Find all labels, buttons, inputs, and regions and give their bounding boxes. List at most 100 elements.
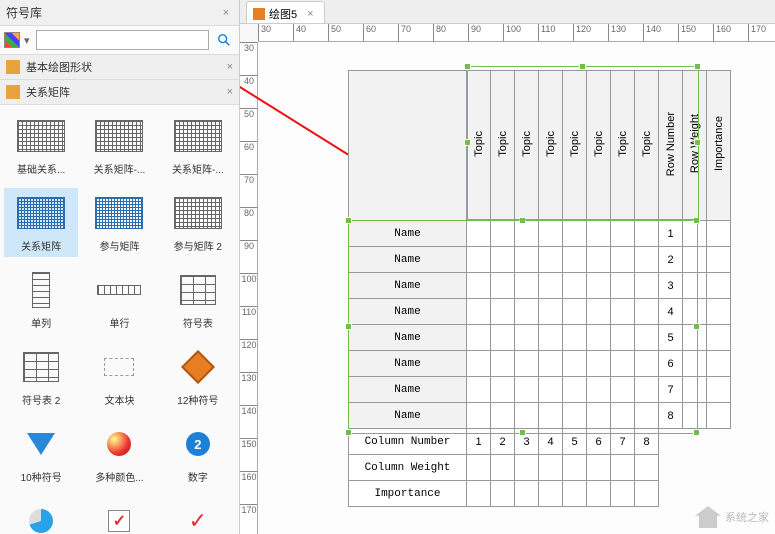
matrix-cell[interactable]: [683, 221, 707, 247]
shape-item[interactable]: 多种颜色...: [82, 419, 156, 488]
matrix-cell[interactable]: [635, 377, 659, 403]
matrix-cell[interactable]: [467, 455, 491, 481]
matrix-cell[interactable]: [539, 377, 563, 403]
matrix-cell[interactable]: [683, 403, 707, 429]
matrix-cell[interactable]: [707, 403, 731, 429]
matrix-cell[interactable]: [587, 273, 611, 299]
matrix-cell[interactable]: [491, 377, 515, 403]
shape-item[interactable]: ✓: [161, 496, 235, 534]
matrix-cell[interactable]: 3: [515, 429, 539, 455]
matrix-cell[interactable]: 4: [539, 429, 563, 455]
matrix-cell[interactable]: [563, 325, 587, 351]
matrix-cell[interactable]: [539, 221, 563, 247]
row-label[interactable]: Name: [349, 221, 467, 247]
matrix-cell[interactable]: [539, 403, 563, 429]
column-header[interactable]: Topic: [491, 71, 515, 221]
matrix-cell[interactable]: [467, 403, 491, 429]
matrix-cell[interactable]: [635, 299, 659, 325]
row-label[interactable]: Name: [349, 299, 467, 325]
matrix-cell[interactable]: [611, 351, 635, 377]
matrix-cell[interactable]: [467, 351, 491, 377]
matrix-cell[interactable]: [491, 247, 515, 273]
matrix-cell[interactable]: 7: [611, 429, 635, 455]
matrix-cell[interactable]: [467, 221, 491, 247]
close-icon[interactable]: ×: [227, 61, 233, 73]
matrix-cell[interactable]: [683, 377, 707, 403]
row-label[interactable]: Name: [349, 325, 467, 351]
matrix-cell[interactable]: [587, 403, 611, 429]
shape-item[interactable]: 10种符号: [4, 419, 78, 488]
shape-item[interactable]: 单列: [4, 265, 78, 334]
matrix-cell[interactable]: [467, 247, 491, 273]
matrix-cell[interactable]: [707, 377, 731, 403]
row-label[interactable]: Name: [349, 403, 467, 429]
matrix-cell[interactable]: [683, 247, 707, 273]
matrix-cell[interactable]: [707, 299, 731, 325]
matrix-cell[interactable]: [611, 325, 635, 351]
section-relation-matrix[interactable]: 关系矩阵 ×: [0, 80, 239, 105]
close-icon[interactable]: ×: [219, 7, 233, 19]
matrix-cell[interactable]: [491, 299, 515, 325]
matrix-cell[interactable]: [683, 325, 707, 351]
shape-item[interactable]: [4, 496, 78, 534]
matrix-cell[interactable]: [683, 351, 707, 377]
matrix-cell[interactable]: [467, 377, 491, 403]
matrix-cell[interactable]: [515, 221, 539, 247]
matrix-cell[interactable]: 1: [467, 429, 491, 455]
row-label[interactable]: Name: [349, 247, 467, 273]
matrix-cell[interactable]: [707, 221, 731, 247]
matrix-cell[interactable]: [539, 299, 563, 325]
row-label[interactable]: Name: [349, 273, 467, 299]
matrix-cell[interactable]: 5: [563, 429, 587, 455]
matrix-cell[interactable]: [491, 351, 515, 377]
column-header[interactable]: Topic: [635, 71, 659, 221]
column-header[interactable]: Topic: [515, 71, 539, 221]
matrix-cell[interactable]: [515, 377, 539, 403]
matrix-cell[interactable]: [563, 481, 587, 507]
column-header[interactable]: Importance: [707, 71, 731, 221]
matrix-cell[interactable]: [563, 403, 587, 429]
shape-item[interactable]: 参与矩阵: [82, 188, 156, 257]
column-header[interactable]: Topic: [467, 71, 491, 221]
matrix-cell[interactable]: [611, 403, 635, 429]
matrix-cell[interactable]: [539, 481, 563, 507]
matrix-cell[interactable]: 8: [635, 429, 659, 455]
matrix-cell[interactable]: [515, 325, 539, 351]
matrix-cell[interactable]: [611, 455, 635, 481]
matrix-cell[interactable]: [635, 273, 659, 299]
close-icon[interactable]: ×: [307, 8, 313, 20]
shape-item[interactable]: 基础关系...: [4, 111, 78, 180]
relation-matrix[interactable]: TopicTopicTopicTopicTopicTopicTopicTopic…: [348, 70, 731, 507]
matrix-cell[interactable]: [539, 455, 563, 481]
column-header[interactable]: Topic: [611, 71, 635, 221]
matrix-cell[interactable]: [539, 247, 563, 273]
matrix-cell[interactable]: [563, 221, 587, 247]
matrix-cell[interactable]: [707, 351, 731, 377]
matrix-cell[interactable]: [587, 377, 611, 403]
matrix-cell[interactable]: [539, 325, 563, 351]
shape-item[interactable]: 12种符号: [161, 342, 235, 411]
matrix-cell[interactable]: [491, 325, 515, 351]
shape-item[interactable]: 文本块: [82, 342, 156, 411]
canvas[interactable]: TopicTopicTopicTopicTopicTopicTopicTopic…: [258, 42, 775, 534]
search-input[interactable]: [36, 30, 209, 50]
shape-item[interactable]: 单行: [82, 265, 156, 334]
tab-drawing[interactable]: 绘图5 ×: [246, 1, 325, 23]
matrix-cell[interactable]: [515, 351, 539, 377]
matrix-cell[interactable]: [683, 299, 707, 325]
section-basic-shapes[interactable]: 基本绘图形状 ×: [0, 55, 239, 80]
column-header[interactable]: Topic: [539, 71, 563, 221]
search-button[interactable]: [213, 30, 235, 50]
color-picker-icon[interactable]: [4, 32, 20, 48]
matrix-cell[interactable]: [467, 325, 491, 351]
shape-item[interactable]: 关系矩阵-...: [82, 111, 156, 180]
matrix-cell[interactable]: [587, 455, 611, 481]
matrix-cell[interactable]: 6: [587, 429, 611, 455]
matrix-cell[interactable]: [563, 377, 587, 403]
close-icon[interactable]: ×: [227, 86, 233, 98]
matrix-cell[interactable]: [611, 247, 635, 273]
matrix-cell[interactable]: [515, 455, 539, 481]
matrix-cell[interactable]: [563, 351, 587, 377]
matrix-cell[interactable]: [467, 481, 491, 507]
column-header[interactable]: Topic: [587, 71, 611, 221]
